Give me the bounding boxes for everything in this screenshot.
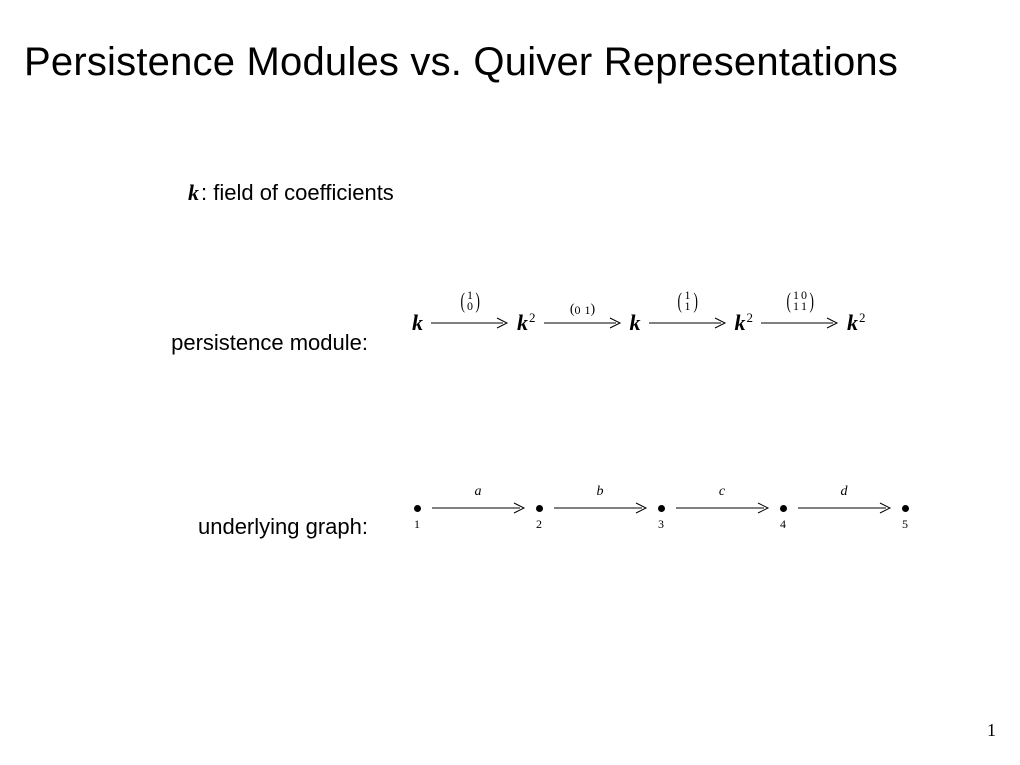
pm-object-2: k2 — [517, 310, 536, 336]
pm-arrow-4: ( 11 01 ) — [759, 316, 841, 330]
field-symbol: k — [188, 180, 199, 205]
pm-map-2: ( 01 ) — [570, 303, 595, 316]
graph-node-3: 3 — [656, 505, 666, 512]
pm-arrow-3: ( 11 ) — [647, 316, 729, 330]
arrow-icon — [759, 316, 841, 330]
graph-edge-3: c — [672, 502, 772, 514]
field-definition: k: field of coefficients — [188, 180, 394, 206]
page-number: 1 — [987, 720, 996, 741]
arrow-icon — [550, 502, 650, 514]
graph-node-2: 2 — [534, 505, 544, 512]
persistence-module-diagram: k ( 10 ) k2 ( 01 ) k ( 11 ) — [412, 310, 866, 336]
arrow-icon — [794, 502, 894, 514]
pm-arrow-2: ( 01 ) — [542, 316, 624, 330]
graph-node-5: 5 — [900, 505, 910, 512]
graph-edge-1: a — [428, 502, 528, 514]
dot-icon — [780, 505, 787, 512]
graph-edge-4: d — [794, 502, 894, 514]
pm-arrow-1: ( 10 ) — [429, 316, 511, 330]
underlying-graph-diagram: 1 a 2 b 3 c 4 d 5 — [412, 502, 910, 514]
graph-edge-2: b — [550, 502, 650, 514]
graph-node-1: 1 — [412, 505, 422, 512]
pm-map-4: ( 11 01 ) — [785, 290, 816, 312]
arrow-icon — [542, 316, 624, 330]
pm-map-1: ( 10 ) — [459, 290, 482, 312]
pm-object-5: k2 — [847, 310, 866, 336]
field-text: : field of coefficients — [201, 180, 394, 205]
pm-object-1: k — [412, 310, 423, 336]
pm-object-4: k2 — [735, 310, 754, 336]
pm-map-3: ( 11 ) — [676, 290, 699, 312]
graph-node-4: 4 — [778, 505, 788, 512]
dot-icon — [658, 505, 665, 512]
slide-title: Persistence Modules vs. Quiver Represent… — [24, 40, 898, 85]
arrow-icon — [672, 502, 772, 514]
arrow-icon — [647, 316, 729, 330]
arrow-icon — [429, 316, 511, 330]
dot-icon — [536, 505, 543, 512]
underlying-graph-label: underlying graph: — [160, 514, 368, 540]
persistence-module-label: persistence module: — [128, 330, 368, 356]
dot-icon — [414, 505, 421, 512]
arrow-icon — [428, 502, 528, 514]
dot-icon — [902, 505, 909, 512]
pm-object-3: k — [630, 310, 641, 336]
